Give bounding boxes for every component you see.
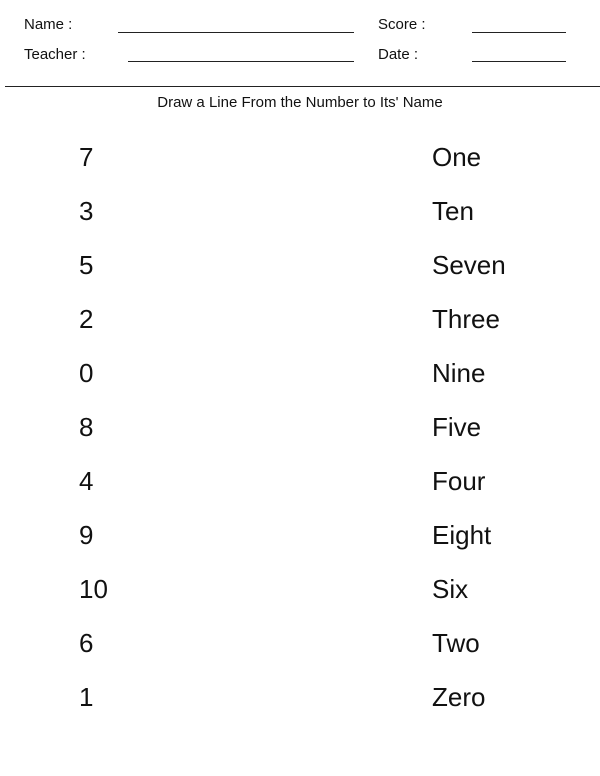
word-item: Five: [432, 412, 482, 442]
name-label: Name :: [24, 16, 73, 33]
word-item: One: [432, 142, 482, 172]
name-field[interactable]: [118, 32, 354, 33]
word-item: Seven: [432, 250, 506, 280]
word-item: Ten: [432, 196, 474, 226]
score-label: Score :: [378, 16, 426, 33]
word-item: Zero: [432, 682, 486, 712]
number-item: 2: [79, 304, 94, 334]
number-item: 6: [79, 628, 94, 658]
number-item: 8: [79, 412, 94, 442]
teacher-field[interactable]: [128, 61, 354, 62]
date-field[interactable]: [472, 61, 566, 62]
word-item: Eight: [432, 520, 492, 550]
number-item: 3: [79, 196, 94, 226]
number-item: 1: [79, 682, 94, 712]
number-item: 10: [79, 574, 108, 604]
score-field[interactable]: [472, 32, 566, 33]
number-item: 9: [79, 520, 94, 550]
word-item: Nine: [432, 358, 486, 388]
number-item: 5: [79, 250, 94, 280]
word-item: Four: [432, 466, 486, 496]
word-item: Six: [432, 574, 469, 604]
word-item: Three: [432, 304, 500, 334]
date-label: Date :: [378, 46, 419, 63]
header-divider: [5, 86, 600, 87]
word-item: Two: [432, 628, 480, 658]
number-item: 7: [79, 142, 94, 172]
instructions: Draw a Line From the Number to Its' Name: [157, 94, 443, 111]
number-item: 0: [79, 358, 94, 388]
teacher-label: Teacher :: [24, 46, 86, 63]
number-item: 4: [79, 466, 94, 496]
